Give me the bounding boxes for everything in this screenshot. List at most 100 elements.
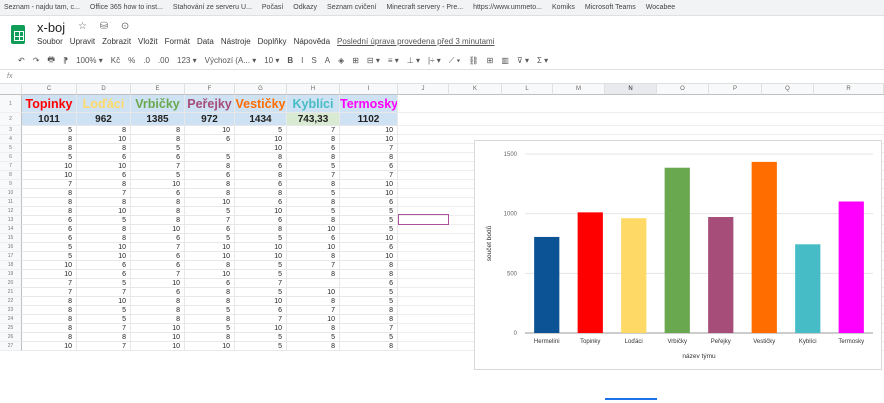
score-cell[interactable]: 5 (340, 297, 398, 306)
team-name-header[interactable]: Peřejky (185, 95, 235, 113)
score-cell[interactable]: 6 (77, 270, 131, 279)
score-cell[interactable]: 5 (340, 288, 398, 297)
grid-corner[interactable] (0, 84, 22, 95)
score-cell[interactable]: 5 (287, 333, 340, 342)
score-cell[interactable]: 5 (340, 216, 398, 225)
score-cell[interactable]: 6 (131, 234, 185, 243)
score-cell[interactable]: 8 (185, 162, 235, 171)
score-cell[interactable]: 8 (185, 189, 235, 198)
toolbar-button[interactable]: ▥ (501, 56, 509, 65)
score-cell[interactable]: 10 (131, 225, 185, 234)
score-cell[interactable]: 5 (77, 216, 131, 225)
score-cell[interactable]: 5 (235, 270, 287, 279)
score-cell[interactable]: 10 (340, 180, 398, 189)
score-cell[interactable]: 8 (131, 216, 185, 225)
score-cell[interactable]: 10 (131, 333, 185, 342)
score-cell[interactable]: 5 (235, 333, 287, 342)
score-cell[interactable]: 5 (77, 306, 131, 315)
score-cell[interactable]: 6 (340, 198, 398, 207)
score-cell[interactable]: 5 (22, 243, 77, 252)
score-cell[interactable]: 10 (235, 297, 287, 306)
score-cell[interactable]: 8 (235, 189, 287, 198)
score-cell[interactable]: 7 (185, 216, 235, 225)
row-header[interactable]: 1 (0, 95, 22, 113)
score-cell[interactable]: 6 (77, 171, 131, 180)
score-cell[interactable]: 5 (22, 153, 77, 162)
score-cell[interactable]: 8 (22, 144, 77, 153)
score-cell[interactable]: 6 (287, 144, 340, 153)
row-header[interactable]: 10 (0, 189, 22, 198)
score-cell[interactable]: 8 (77, 234, 131, 243)
team-total[interactable]: 972 (185, 113, 235, 126)
score-cell[interactable]: 10 (22, 162, 77, 171)
score-cell[interactable]: 8 (287, 342, 340, 351)
menu-item[interactable]: Soubor (37, 37, 63, 46)
score-cell[interactable]: 5 (77, 279, 131, 288)
toolbar-button[interactable]: 10 ▾ (264, 56, 279, 65)
bookmark-item[interactable]: Stahování ze serveru U... (173, 4, 252, 11)
team-name-header[interactable]: Vestičky (235, 95, 287, 113)
score-cell[interactable]: 8 (131, 297, 185, 306)
formula-bar[interactable]: fx (0, 70, 884, 84)
team-total[interactable]: 1102 (340, 113, 398, 126)
row-header[interactable]: 16 (0, 243, 22, 252)
score-cell[interactable]: 5 (235, 126, 287, 135)
bookmark-item[interactable]: Office 365 how to inst... (90, 4, 163, 11)
score-cell[interactable]: 8 (340, 342, 398, 351)
score-cell[interactable]: 6 (235, 216, 287, 225)
score-cell[interactable]: 10 (185, 243, 235, 252)
toolbar-button[interactable]: ⊞ (352, 56, 359, 65)
bookmark-item[interactable]: Seznam - najdu tam, c... (4, 4, 80, 11)
score-cell[interactable]: 6 (235, 198, 287, 207)
bookmark-item[interactable]: Počasí (262, 4, 283, 11)
score-cell[interactable]: 5 (22, 126, 77, 135)
toolbar-button[interactable]: Kč (111, 56, 120, 65)
toolbar-button[interactable]: ⁋ (63, 56, 68, 65)
score-cell[interactable]: 8 (22, 333, 77, 342)
row-header[interactable]: 20 (0, 279, 22, 288)
score-cell[interactable]: 6 (77, 153, 131, 162)
score-cell[interactable]: 8 (22, 315, 77, 324)
score-cell[interactable]: 5 (77, 315, 131, 324)
score-cell[interactable]: 5 (185, 207, 235, 216)
score-cell[interactable]: 10 (235, 144, 287, 153)
score-cell[interactable]: 6 (185, 135, 235, 144)
team-total[interactable]: 743,33 (287, 113, 340, 126)
score-cell[interactable]: 7 (131, 162, 185, 171)
row-header[interactable]: 27 (0, 342, 22, 351)
score-cell[interactable]: 6 (235, 180, 287, 189)
score-cell[interactable]: 8 (131, 126, 185, 135)
score-cell[interactable]: 10 (340, 126, 398, 135)
row-header[interactable]: 21 (0, 288, 22, 297)
team-total[interactable]: 1434 (235, 113, 287, 126)
team-name-header[interactable]: Vrbičky (131, 95, 185, 113)
menu-item[interactable]: Nápověda (294, 37, 330, 46)
score-cell[interactable]: 7 (77, 324, 131, 333)
score-cell[interactable]: 6 (185, 225, 235, 234)
score-cell[interactable]: 10 (22, 342, 77, 351)
score-cell[interactable]: 8 (185, 315, 235, 324)
score-cell[interactable]: 7 (235, 315, 287, 324)
toolbar-button[interactable]: Výchozí (A... ▾ (205, 56, 257, 65)
score-cell[interactable]: 7 (287, 306, 340, 315)
row-header[interactable]: 12 (0, 207, 22, 216)
score-cell[interactable]: 5 (22, 252, 77, 261)
bar[interactable] (664, 167, 690, 333)
score-cell[interactable]: 8 (287, 324, 340, 333)
row-header[interactable]: 15 (0, 234, 22, 243)
row-header[interactable]: 23 (0, 306, 22, 315)
score-cell[interactable]: 8 (287, 270, 340, 279)
score-cell[interactable]: 10 (287, 315, 340, 324)
score-cell[interactable]: 10 (287, 225, 340, 234)
score-cell[interactable]: 8 (77, 144, 131, 153)
score-cell[interactable]: 8 (22, 297, 77, 306)
score-cell[interactable]: 8 (131, 135, 185, 144)
menu-item[interactable]: Zobrazit (102, 37, 131, 46)
score-cell[interactable]: 10 (185, 342, 235, 351)
score-cell[interactable]: 6 (131, 189, 185, 198)
score-cell[interactable]: 6 (340, 243, 398, 252)
score-cell[interactable]: 8 (287, 216, 340, 225)
score-cell[interactable]: 10 (235, 252, 287, 261)
row-header[interactable]: 26 (0, 333, 22, 342)
title-actions-icons[interactable]: ☆ ⛁ ⊙ (78, 21, 134, 32)
